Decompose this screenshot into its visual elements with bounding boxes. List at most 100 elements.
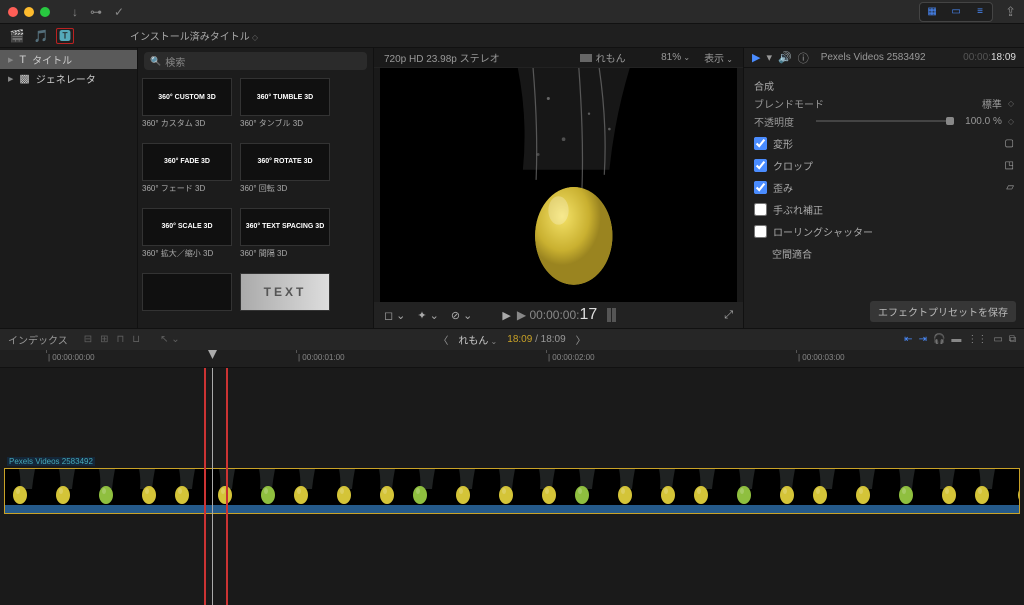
viewer-canvas[interactable] <box>380 68 737 302</box>
category-dropdown[interactable]: インストール済みタイトル <box>130 28 258 43</box>
tool-select-icon[interactable]: ↖ ⌄ <box>160 334 180 345</box>
transform-icon[interactable]: ◻ ⌄ <box>384 309 405 322</box>
skimming-icon[interactable]: ⇤ <box>904 334 912 345</box>
view-dropdown[interactable]: 表示 <box>704 50 733 65</box>
clip-duration: 00:00:18:09 <box>963 52 1016 64</box>
timeline-clip[interactable]: Pexels Videos 2583492 <box>4 468 1020 514</box>
sidebar-toggle-icon[interactable]: ⧉ <box>1009 334 1016 345</box>
maximize-window-button[interactable] <box>40 7 50 17</box>
title-icon: T <box>19 54 26 66</box>
compositing-section[interactable]: 合成 <box>754 76 1014 94</box>
save-preset-button[interactable]: エフェクトプリセットを保存 <box>870 301 1016 322</box>
category-sidebar: ▶ T タイトル ▶ ▩ ジェネレータ <box>0 48 138 328</box>
playhead[interactable] <box>212 368 213 605</box>
trim-icon[interactable]: ⊟ <box>84 334 92 345</box>
titlebar: ↓ ⊶ ✓ ▦ ▭ ≡ ⇪ <box>0 0 1024 24</box>
opacity-row[interactable]: 不透明度 100.0 % ◇ <box>754 112 1014 130</box>
color-inspector-icon[interactable]: ▾ <box>766 51 772 64</box>
disclosure-triangle-icon: ▶ <box>8 75 13 83</box>
clip-audio-lane <box>5 505 1019 513</box>
title-browser: 検索 360° CUSTOM 3D360° カスタム 3D 360° TUMBL… <box>138 48 374 328</box>
disclosure-triangle-icon: ▶ <box>8 56 13 64</box>
thumbnail-grid[interactable]: 360° CUSTOM 3D360° カスタム 3D 360° TUMBLE 3… <box>138 74 373 328</box>
insert-icon[interactable]: ⊔ <box>132 334 140 345</box>
audio-inspector-icon[interactable]: 🔊 <box>778 51 792 64</box>
title-thumb[interactable]: 360° CUSTOM 3D360° カスタム 3D <box>142 78 232 139</box>
workspace-timeline[interactable]: ≡ <box>970 5 990 19</box>
category-label: タイトル <box>32 52 72 67</box>
title-thumb[interactable]: 360° SCALE 3D360° 拡大／縮小 3D <box>142 208 232 269</box>
zoom-dropdown[interactable]: 81% <box>661 52 690 63</box>
index-button[interactable]: インデックス <box>8 332 68 347</box>
opacity-slider[interactable] <box>816 120 954 122</box>
enhance-icon[interactable]: ✦ ⌄ <box>417 309 439 322</box>
history-forward-icon[interactable]: 〉 <box>576 332 586 347</box>
video-inspector-icon[interactable]: ▶ <box>752 51 760 64</box>
lanes-icon[interactable]: ⋮⋮ <box>967 334 987 345</box>
title-thumb[interactable]: 360° TUMBLE 3D360° タンブル 3D <box>240 78 330 139</box>
crop-section[interactable]: クロップ◳ <box>754 156 1014 174</box>
playhead-marker-icon[interactable] <box>208 350 217 359</box>
crop-checkbox[interactable] <box>754 159 767 172</box>
blend-mode-row[interactable]: ブレンドモード 標準 ◇ <box>754 94 1014 112</box>
clip-label: Pexels Videos 2583492 <box>7 457 95 466</box>
audio-browser-icon[interactable]: 🎵 <box>32 28 50 44</box>
generator-icon: ▩ <box>19 72 29 85</box>
media-browser-icon[interactable]: 🎬 <box>8 28 26 44</box>
position-icon[interactable]: ⊞ <box>100 334 108 345</box>
audio-skimming-icon[interactable]: ⇥ <box>919 334 927 345</box>
project-name-dropdown[interactable]: れもん <box>458 332 497 347</box>
viewer-footer: ◻ ⌄ ✦ ⌄ ⊘ ⌄ ▶ ▶ 00:00:00:17 ⤢ <box>374 302 743 328</box>
format-label: 720p HD 23.98p ステレオ <box>384 50 500 65</box>
distort-icon: ▱ <box>1006 182 1014 193</box>
background-tasks-icon[interactable]: ✓ <box>114 5 124 19</box>
title-thumb[interactable]: 360° FADE 3D360° フェード 3D <box>142 143 232 204</box>
retime-icon[interactable]: ⊘ ⌄ <box>451 309 473 322</box>
close-window-button[interactable] <box>8 7 18 17</box>
minimize-window-button[interactable] <box>24 7 34 17</box>
title-thumb[interactable] <box>142 273 232 324</box>
dropdown-arrow-icon: ◇ <box>1008 99 1014 108</box>
category-generators[interactable]: ▶ ▩ ジェネレータ <box>0 69 137 88</box>
inspector-header: ▶ ▾ 🔊 ⓘ Pexels Videos 2583492 00:00:18:0… <box>744 48 1024 68</box>
stabilization-section[interactable]: 手ぶれ補正 <box>754 200 1014 218</box>
project-timecode: 18:09 / 18:09 <box>507 334 565 345</box>
history-back-icon[interactable]: 〈 <box>438 332 448 347</box>
timeline-ruler[interactable]: | 00:00:00:00| 00:00:01:00| 00:00:02:00|… <box>0 350 1024 368</box>
clip-appearance-icon[interactable]: ▭ <box>993 334 1002 345</box>
play-button[interactable]: ▶ <box>502 309 510 322</box>
category-titles[interactable]: ▶ T タイトル <box>0 50 137 69</box>
workspace-dual[interactable]: ▭ <box>946 5 966 19</box>
transform-checkbox[interactable] <box>754 137 767 150</box>
snapping-icon[interactable]: ▬ <box>951 334 961 345</box>
stepper-icon[interactable]: ◇ <box>1008 117 1014 126</box>
timecode-display[interactable]: ▶ 00:00:00:17 <box>517 306 597 324</box>
clip-filmstrip <box>5 469 1019 505</box>
titles-browser-icon[interactable]: 🆃 <box>56 28 74 44</box>
workspace-grid[interactable]: ▦ <box>922 5 942 19</box>
timeline-title: 〈 れもん 18:09 / 18:09 〉 <box>438 332 585 347</box>
solo-icon[interactable]: 🎧 <box>933 334 945 345</box>
title-thumb[interactable]: TEXT <box>240 273 330 324</box>
stabilization-checkbox[interactable] <box>754 203 767 216</box>
audio-meters-icon <box>607 308 616 322</box>
keyword-icon[interactable]: ⊶ <box>90 5 102 19</box>
window-controls <box>8 7 50 17</box>
timeline-body[interactable]: Pexels Videos 2583492 <box>0 368 1024 605</box>
title-thumb[interactable]: 360° ROTATE 3D360° 回転 3D <box>240 143 330 204</box>
inspector-properties: 合成 ブレンドモード 標準 ◇ 不透明度 100.0 % ◇ 変形▢ クロップ◳… <box>744 68 1024 295</box>
import-icon[interactable]: ↓ <box>72 5 78 19</box>
spatial-conform-section[interactable]: 空間適合 <box>754 244 1014 262</box>
search-input[interactable]: 検索 <box>144 52 367 70</box>
fullscreen-icon[interactable]: ⤢ <box>724 309 733 322</box>
transform-section[interactable]: 変形▢ <box>754 134 1014 152</box>
info-inspector-icon[interactable]: ⓘ <box>798 50 809 66</box>
title-thumb[interactable]: 360° TEXT SPACING 3D360° 間隔 3D <box>240 208 330 269</box>
share-icon[interactable]: ⇪ <box>1005 4 1016 20</box>
distort-section[interactable]: 歪み▱ <box>754 178 1014 196</box>
distort-checkbox[interactable] <box>754 181 767 194</box>
category-label: ジェネレータ <box>36 71 96 86</box>
rolling-shutter-section[interactable]: ローリングシャッター <box>754 222 1014 240</box>
connect-icon[interactable]: ⊓ <box>116 334 124 345</box>
rolling-shutter-checkbox[interactable] <box>754 225 767 238</box>
